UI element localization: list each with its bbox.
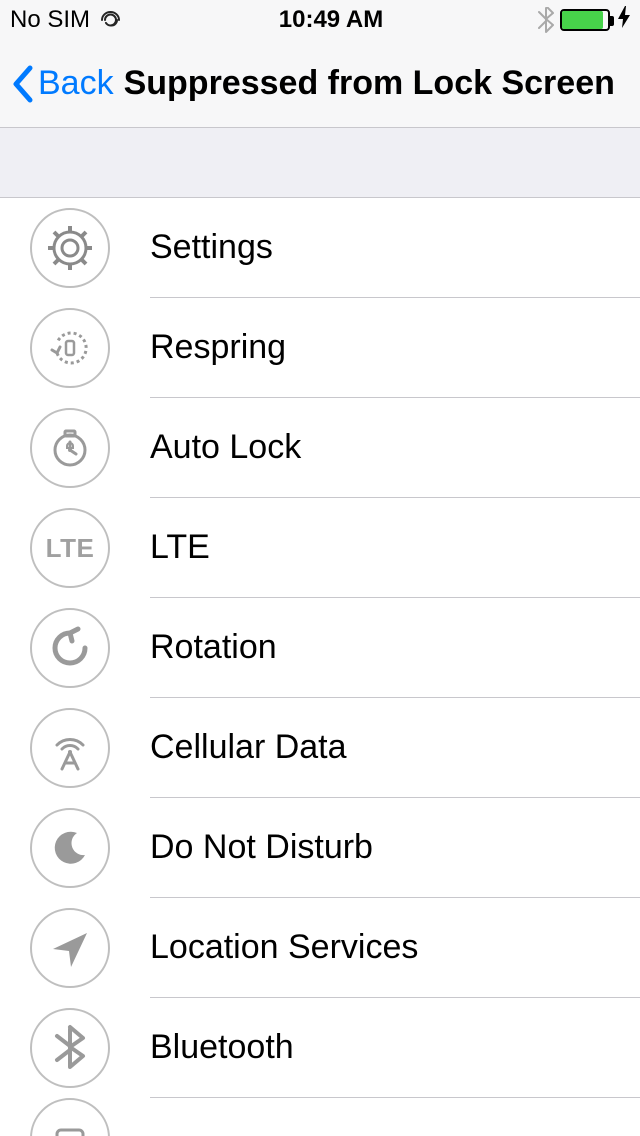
charging-icon xyxy=(618,6,630,34)
section-header-gap xyxy=(0,128,640,198)
list-item-label: LTE xyxy=(150,528,210,567)
battery-icon xyxy=(560,9,610,31)
status-time: 10:49 AM xyxy=(279,6,383,34)
list-item-lte[interactable]: LTE LTE xyxy=(30,498,640,598)
list-item-label: Settings xyxy=(150,228,273,267)
navigation-bar: Back Suppressed from Lock Screen xyxy=(0,40,640,128)
list-item-label: Location Services xyxy=(150,928,418,967)
list-item-bluetooth[interactable]: Bluetooth xyxy=(30,998,640,1098)
status-right xyxy=(538,6,630,34)
status-bar: No SIM 10:49 AM xyxy=(0,0,640,40)
list-item-settings[interactable]: Settings xyxy=(30,198,640,298)
autolock-icon xyxy=(30,408,110,488)
list-item-rotation[interactable]: Rotation xyxy=(30,598,640,698)
list-item-label: Bluetooth xyxy=(150,1028,294,1067)
list-item-respring[interactable]: Respring xyxy=(30,298,640,398)
tether-icon xyxy=(98,11,124,29)
list-item-vpn[interactable]: VPN xyxy=(30,1098,640,1136)
list-item-cellular[interactable]: Cellular Data xyxy=(30,698,640,798)
status-left: No SIM xyxy=(10,6,124,34)
list-item-label: Cellular Data xyxy=(150,728,347,767)
list-item-label: Rotation xyxy=(150,628,277,667)
page-title: Suppressed from Lock Screen xyxy=(124,64,615,103)
list-item-label: Do Not Disturb xyxy=(150,828,373,867)
cellular-icon xyxy=(30,708,110,788)
dnd-icon xyxy=(30,808,110,888)
settings-icon xyxy=(30,208,110,288)
list-item-label: Auto Lock xyxy=(150,428,301,467)
vpn-icon xyxy=(30,1098,110,1136)
rotation-icon xyxy=(30,608,110,688)
back-label: Back xyxy=(38,64,114,103)
settings-list: Settings Respring Auto Lock LTE LTE Rota… xyxy=(0,198,640,1136)
back-chevron-icon xyxy=(10,64,34,104)
bluetooth-icon xyxy=(30,1008,110,1088)
bluetooth-status-icon xyxy=(538,7,554,33)
list-item-location[interactable]: Location Services xyxy=(30,898,640,998)
list-item-autolock[interactable]: Auto Lock xyxy=(30,398,640,498)
respring-icon xyxy=(30,308,110,388)
list-item-dnd[interactable]: Do Not Disturb xyxy=(30,798,640,898)
carrier-text: No SIM xyxy=(10,6,90,34)
list-item-label: Respring xyxy=(150,328,286,367)
lte-icon: LTE xyxy=(30,508,110,588)
back-button[interactable]: Back xyxy=(10,64,114,104)
location-icon xyxy=(30,908,110,988)
